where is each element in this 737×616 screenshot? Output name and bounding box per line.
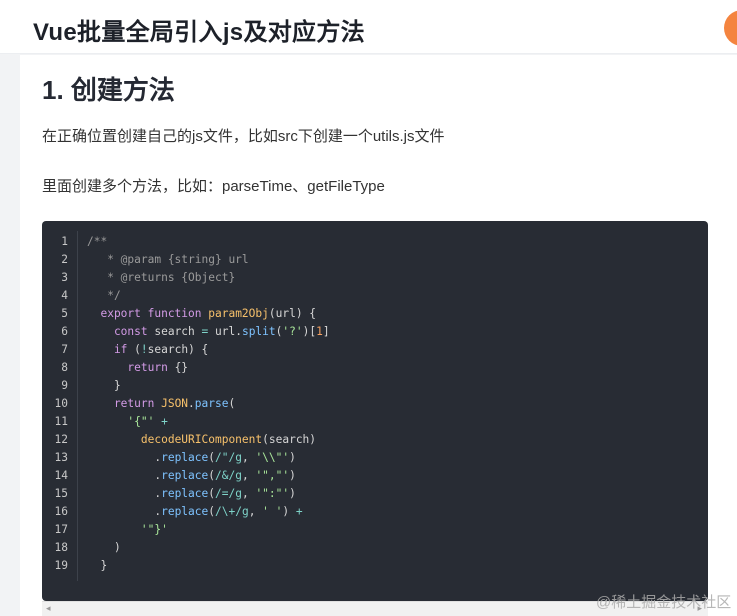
watermark: @稀土掘金技术社区 [596,594,732,611]
avatar[interactable] [724,10,737,46]
section-heading: 1. 创建方法 [42,75,175,105]
article-content: 1. 创建方法 在正确位置创建自己的js文件，比如src下创建一个utils.j… [20,55,737,616]
top-header: Vue批量全局引入js及对应方法 [0,0,737,54]
paragraph-create-methods: 里面创建多个方法，比如：parseTime、getFileType [42,178,385,195]
paragraph-create-file: 在正确位置创建自己的js文件，比如src下创建一个utils.js文件 [42,128,445,145]
page-title: Vue批量全局引入js及对应方法 [33,19,365,46]
